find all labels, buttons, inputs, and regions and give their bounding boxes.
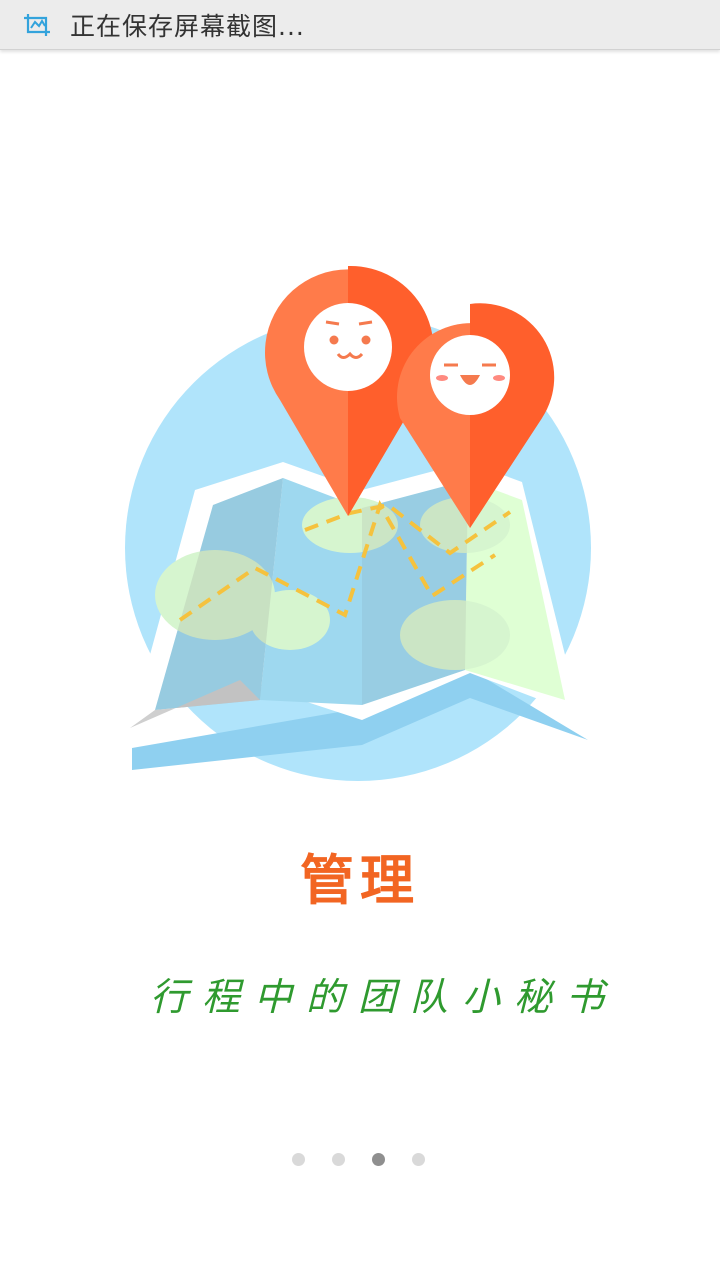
page-dot[interactable] <box>332 1153 345 1166</box>
page-dot[interactable] <box>412 1153 425 1166</box>
map-pins-illustration <box>125 265 591 781</box>
page-dot-active[interactable] <box>372 1153 385 1166</box>
page-indicator <box>292 1153 452 1166</box>
page-dot[interactable] <box>292 1153 305 1166</box>
notification-bar: 正在保存屏幕截图... <box>0 0 720 50</box>
onboarding-subtitle: 行程中的团队小秘书 <box>150 975 619 1019</box>
screenshot-icon <box>24 13 50 36</box>
onboarding-title: 管理 <box>300 849 420 912</box>
notification-text: 正在保存屏幕截图... <box>70 11 305 41</box>
